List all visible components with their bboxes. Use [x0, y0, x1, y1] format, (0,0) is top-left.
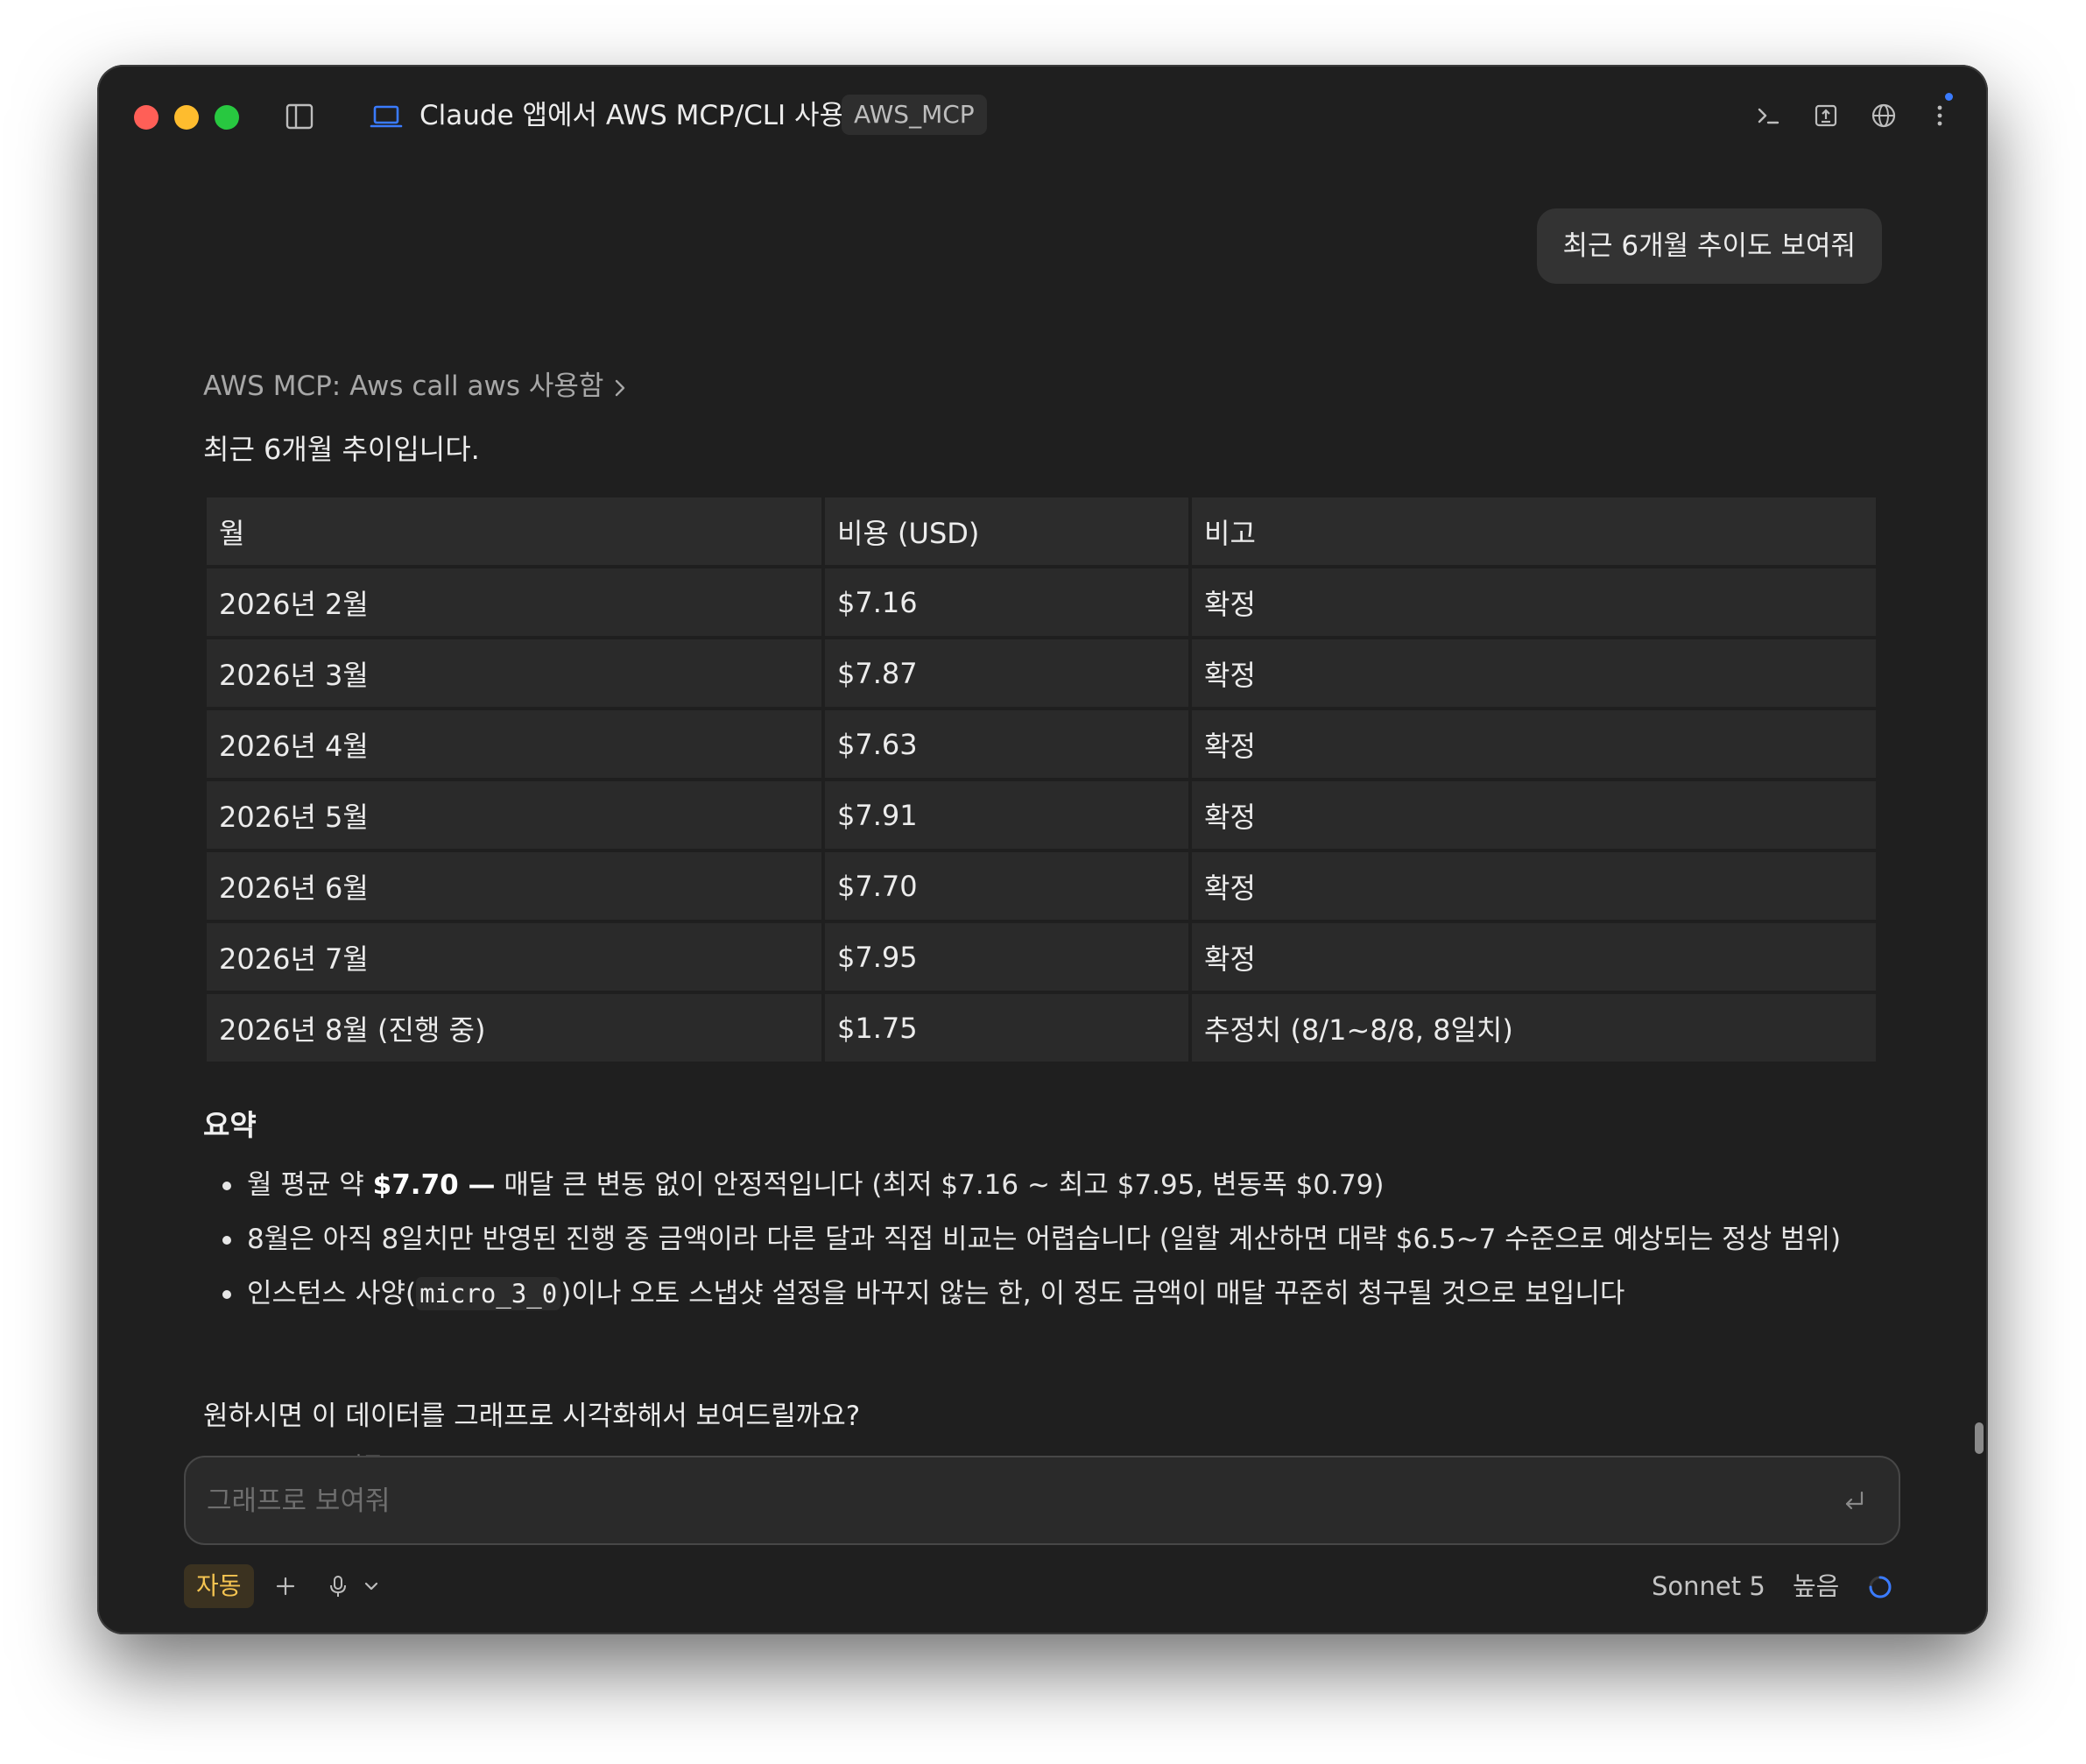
cell-cost: $7.63 — [825, 710, 1188, 778]
zoom-window-button[interactable] — [215, 105, 239, 130]
table-row: 2026년 2월 $7.16 확정 — [207, 568, 1876, 636]
title-bar: Claude 앱에서 AWS MCP/CLI 사용 AWS_MCP — [97, 65, 1988, 163]
effort-selector[interactable]: 높음 — [1793, 1564, 1839, 1608]
cell-cost: $1.75 — [825, 994, 1188, 1062]
cell-note: 추정치 (8/1~8/8, 8일치) — [1192, 994, 1876, 1062]
cell-month: 2026년 5월 — [207, 781, 821, 849]
close-window-button[interactable] — [134, 105, 159, 130]
message-composer[interactable] — [184, 1456, 1900, 1545]
table-row: 2026년 6월 $7.70 확정 — [207, 852, 1876, 920]
cell-month: 2026년 3월 — [207, 639, 821, 707]
table-row: 2026년 4월 $7.63 확정 — [207, 710, 1876, 778]
model-selector[interactable]: Sonnet 5 — [1652, 1564, 1765, 1608]
mode-selector[interactable]: 자동 — [184, 1564, 254, 1608]
composer-toolbar: 자동 Sonnet 5 높음 — [97, 1564, 1988, 1613]
cell-note: 확정 — [1192, 781, 1876, 849]
project-tag[interactable]: AWS_MCP — [842, 95, 987, 135]
message-input[interactable] — [205, 1457, 1785, 1545]
app-window: Claude 앱에서 AWS MCP/CLI 사용 AWS_MCP 최근 6개월… — [97, 65, 1988, 1634]
list-item: 인스턴스 사양(micro_3_0)이나 오토 스냅샷 설정을 바꾸지 않는 한… — [203, 1267, 1955, 1321]
scrollbar-thumb[interactable] — [1975, 1422, 1984, 1454]
table-header-row: 월 비용 (USD) 비고 — [207, 497, 1876, 565]
inline-code: micro_3_0 — [416, 1277, 561, 1310]
mic-icon[interactable] — [327, 1573, 349, 1599]
cell-note: 확정 — [1192, 710, 1876, 778]
cell-note: 확정 — [1192, 923, 1876, 991]
cell-cost: $7.16 — [825, 568, 1188, 636]
sidebar-icon[interactable] — [285, 102, 314, 131]
globe-icon[interactable] — [1868, 100, 1899, 131]
cell-cost: $7.87 — [825, 639, 1188, 707]
tool-call-summary[interactable]: AWS MCP: Aws call aws 사용함 — [203, 367, 628, 406]
cell-month: 2026년 6월 — [207, 852, 821, 920]
cell-cost: $7.91 — [825, 781, 1188, 849]
bullet-text: 8월은 아직 8일치만 반영된 진행 중 금액이라 다른 달과 직접 비교는 어… — [247, 1224, 1842, 1255]
laptop-icon — [370, 105, 403, 128]
tool-call-label: AWS MCP: Aws call aws 사용함 — [203, 370, 604, 402]
notification-dot — [1945, 93, 1953, 101]
table-row: 2026년 8월 (진행 중) $1.75 추정치 (8/1~8/8, 8일치) — [207, 994, 1876, 1062]
conversation-title[interactable]: Claude 앱에서 AWS MCP/CLI 사용 — [419, 96, 844, 135]
more-vertical-icon[interactable] — [1924, 100, 1956, 131]
spinner-icon — [1869, 1576, 1892, 1598]
terminal-icon[interactable] — [1752, 100, 1784, 131]
bullet-text: 인스턴스 사양( — [247, 1278, 417, 1309]
user-message: 최근 6개월 추이도 보여줘 — [1536, 208, 1882, 284]
list-item: 8월은 아직 8일치만 반영된 진행 중 금액이라 다른 달과 직접 비교는 어… — [203, 1212, 1955, 1267]
bullet-text: )이나 오토 스냅샷 설정을 바꾸지 않는 한, 이 정도 금액이 매달 꾸준히… — [560, 1278, 1625, 1309]
cell-month: 2026년 7월 — [207, 923, 821, 991]
cell-month: 2026년 4월 — [207, 710, 821, 778]
assistant-intro: 최근 6개월 추이입니다. — [203, 433, 480, 466]
cell-cost: $7.70 — [825, 852, 1188, 920]
chevron-down-icon[interactable] — [362, 1577, 381, 1596]
bullet-text: 매달 큰 변동 없이 안정적입니다 (최저 $7.16 ~ 최고 $7.95, … — [495, 1169, 1385, 1201]
cell-cost: $7.95 — [825, 923, 1188, 991]
header-cost: 비용 (USD) — [825, 497, 1188, 565]
table-row: 2026년 7월 $7.95 확정 — [207, 923, 1876, 991]
list-item: 월 평균 약 $7.70 — 매달 큰 변동 없이 안정적입니다 (최저 $7.… — [203, 1158, 1955, 1212]
return-icon[interactable] — [1841, 1487, 1867, 1514]
assistant-closing: 원하시면 이 데이터를 그래프로 시각화해서 보여드릴까요? — [203, 1401, 861, 1432]
chevron-right-icon — [616, 379, 625, 396]
bullet-text: 월 평균 약 — [247, 1169, 373, 1201]
minimize-window-button[interactable] — [174, 105, 199, 130]
header-note: 비고 — [1192, 497, 1876, 565]
table-row: 2026년 3월 $7.87 확정 — [207, 639, 1876, 707]
export-icon[interactable] — [1810, 100, 1842, 131]
cost-table: 월 비용 (USD) 비고 2026년 2월 $7.16 확정 2026년 3월… — [203, 494, 1879, 1065]
summary-list: 월 평균 약 $7.70 — 매달 큰 변동 없이 안정적입니다 (최저 $7.… — [203, 1158, 1955, 1321]
plus-icon[interactable] — [274, 1575, 297, 1598]
cell-note: 확정 — [1192, 639, 1876, 707]
bullet-bold: $7.70 — — [372, 1169, 496, 1201]
cell-note: 확정 — [1192, 568, 1876, 636]
cell-month: 2026년 8월 (진행 중) — [207, 994, 821, 1062]
cell-note: 확정 — [1192, 852, 1876, 920]
table-row: 2026년 5월 $7.91 확정 — [207, 781, 1876, 849]
cell-month: 2026년 2월 — [207, 568, 821, 636]
summary-heading: 요약 — [203, 1108, 257, 1142]
header-month: 월 — [207, 497, 821, 565]
